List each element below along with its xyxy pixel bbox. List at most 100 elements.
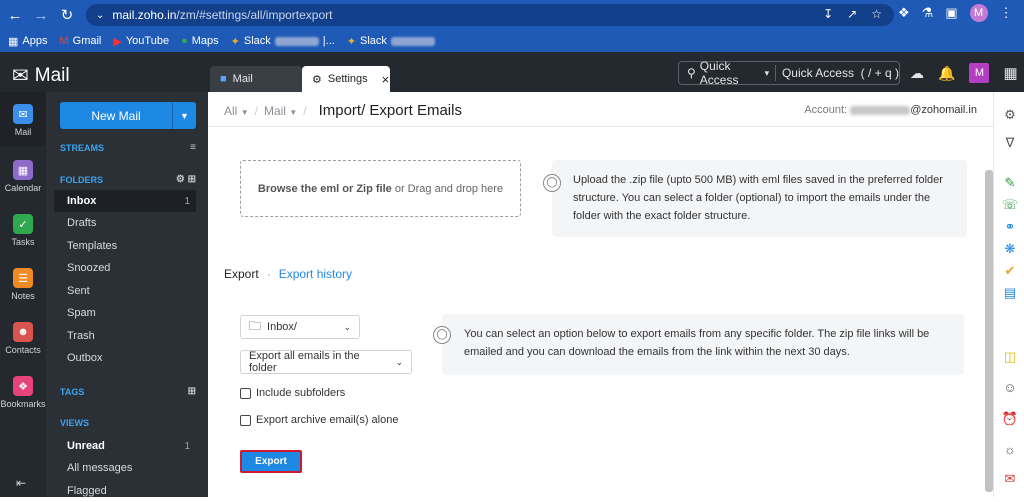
bell-icon[interactable]: 🔔 [938,65,955,82]
address-bar[interactable]: ⌄ mail.zoho.in/zm/#settings/all/importex… [86,4,894,26]
extensions-icon[interactable]: ❖ [898,5,910,21]
side-panel-icon[interactable]: ▣ [945,5,957,21]
add-folder-icon[interactable]: ⊞ [188,174,196,185]
integrations-icon[interactable]: ❋ [1001,240,1019,258]
checkbox-box[interactable] [240,387,251,399]
notes-icon: ☰ [13,268,33,288]
quick-access-input[interactable]: Quick Access ( / + q ) [782,66,899,80]
tab-settings[interactable]: ⚙ Settings × [302,66,390,92]
folder-drafts[interactable]: Drafts [54,212,196,234]
star-icon[interactable]: ☆ [871,7,882,21]
folder-templates[interactable]: Templates [54,235,196,257]
contacts-card-icon[interactable]: ☺ [1001,378,1019,396]
add-tag-icon[interactable]: ⊞ [188,386,196,397]
bookmark-maps[interactable]: ● Maps [181,35,219,47]
folder-label: Trash [67,330,95,342]
folder-snoozed[interactable]: Snoozed [54,257,196,279]
sticky-note-icon[interactable]: ◫ [1001,348,1019,366]
scrollbar[interactable] [985,170,993,492]
redacted-text [274,36,319,46]
chevron-down-icon[interactable]: ▼ [172,102,196,129]
export-button[interactable]: Export [240,450,302,473]
folder-label: Spam [67,307,96,319]
close-tab-icon[interactable]: × [382,72,390,87]
view-label: All messages [67,462,133,474]
menu-dots-icon[interactable]: ⋮ [1000,5,1013,21]
rail-notes[interactable]: ☰ Notes [0,268,46,301]
section-folders[interactable]: FOLDERS ⚙ ⊞ [60,174,196,185]
crumb-separator: / [254,103,258,118]
section-views[interactable]: VIEWS [60,418,196,428]
view-unread[interactable]: Unread 1 [54,435,196,457]
section-label: VIEWS [60,418,90,428]
archive-alone-checkbox[interactable]: Export archive email(s) alone [240,414,398,426]
reload-icon[interactable]: ↻ [56,4,78,26]
include-subfolders-checkbox[interactable]: Include subfolders [240,387,345,399]
section-streams[interactable]: STREAMS ≡ [60,142,196,153]
new-mail-button[interactable]: New Mail ▼ [60,102,196,129]
folder-select[interactable]: 🗀 Inbox/ ⌄ [240,315,360,339]
rail-label: Calendar [4,183,42,193]
flask-icon[interactable]: ⚗ [922,5,934,21]
view-flagged[interactable]: Flagged [54,480,196,502]
rail-contacts[interactable]: ☻ Contacts [0,322,46,355]
check-icon[interactable]: ✔ [1001,262,1019,280]
app-logo[interactable]: ✉ Mail [12,63,70,88]
rail-mail[interactable]: ✉ Mail [0,92,46,146]
back-icon[interactable]: ← [4,4,26,26]
chat-icon[interactable]: ✉ [1001,470,1019,488]
folder-sent[interactable]: Sent [54,280,196,302]
url-host: mail.zoho.in [112,8,177,22]
rail-bookmarks[interactable]: ❖ Bookmarks [0,376,46,409]
export-scope-select[interactable]: Export all emails in the folder ⌄ [240,350,412,374]
rail-calendar[interactable]: ▦ Calendar [0,160,46,193]
quick-access-dropdown[interactable]: Quick Access [700,59,762,87]
bookmark-slack-1[interactable]: ✦ Slack |... [231,35,335,48]
brightness-icon[interactable]: ☼ [1001,440,1019,458]
tab-mail[interactable]: ■ Mail [210,66,302,92]
link-icon[interactable]: ⚭ [1001,218,1019,236]
crumb-all[interactable]: All ▼ [224,104,249,118]
share-icon[interactable]: ↗ [847,7,857,21]
bookmark-gmail[interactable]: M Gmail [59,35,101,47]
vee-icon[interactable]: ∇ [1001,134,1019,152]
bookmark-apps[interactable]: ▦ Apps [8,35,47,48]
folder-spam[interactable]: Spam [54,302,196,324]
quick-access-search[interactable]: ⚲ Quick Access ▾ Quick Access ( / + q ) [678,59,900,87]
collapse-icon[interactable]: ⇤ [16,476,26,490]
folder-outbox[interactable]: Outbox [54,347,196,369]
forward-icon[interactable]: → [30,4,52,26]
pen-icon[interactable]: ✎ [1001,174,1019,192]
tab-export[interactable]: Export [224,267,259,281]
install-app-icon[interactable]: ↧ [823,7,833,21]
folder-inbox[interactable]: Inbox 1 [54,190,196,212]
browse-link[interactable]: Browse the eml or Zip file [258,183,392,195]
folder-label: Drafts [67,217,97,229]
gear-icon[interactable]: ⚙ [1001,106,1019,124]
alarm-icon[interactable]: ⏰ [1001,410,1019,428]
bookmark-slack-2[interactable]: ✦ Slack [347,35,435,48]
file-drop-zone[interactable]: Browse the eml or Zip file or Drag and d… [240,160,521,217]
bookmark-youtube[interactable]: ▶ YouTube [113,35,169,48]
folder-trash[interactable]: Trash [54,325,196,347]
chart-icon[interactable]: ▤ [1001,284,1019,302]
checkbox-box[interactable] [240,414,251,426]
site-settings-icon[interactable]: ⌄ [96,10,104,21]
profile-avatar[interactable]: M [969,4,988,22]
crumb-mail[interactable]: Mail ▼ [264,104,297,118]
divider [208,126,993,127]
tab-export-history[interactable]: Export history [279,267,352,281]
divider [775,65,776,81]
rail-tasks[interactable]: ✓ Tasks [0,214,46,247]
gear-icon[interactable]: ⚙ [176,174,185,185]
crumb-label: All [224,103,238,118]
view-all-messages[interactable]: All messages [54,457,196,479]
streams-filter-icon[interactable]: ≡ [190,142,196,153]
section-tags[interactable]: TAGS ⊞ [60,386,196,397]
redacted-text [390,36,435,46]
app-grid-icon[interactable]: ▦ [1003,64,1017,82]
url-path: /zm/#settings/all/importexport [176,8,333,22]
user-avatar[interactable]: M [969,63,990,83]
cloud-sync-icon[interactable]: ☁ [910,65,924,82]
phone-icon[interactable]: ☏ [1001,196,1019,214]
